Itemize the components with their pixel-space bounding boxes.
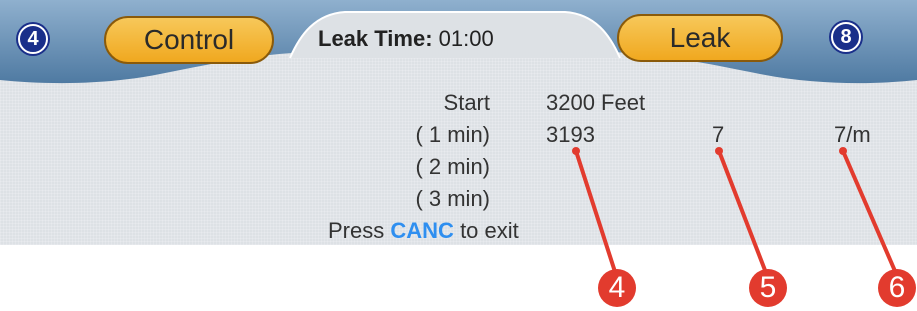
callout-6: 6 [878, 269, 916, 307]
callout-lines [572, 147, 900, 279]
callout-5: 5 [749, 269, 787, 307]
callout-4: 4 [598, 269, 636, 307]
